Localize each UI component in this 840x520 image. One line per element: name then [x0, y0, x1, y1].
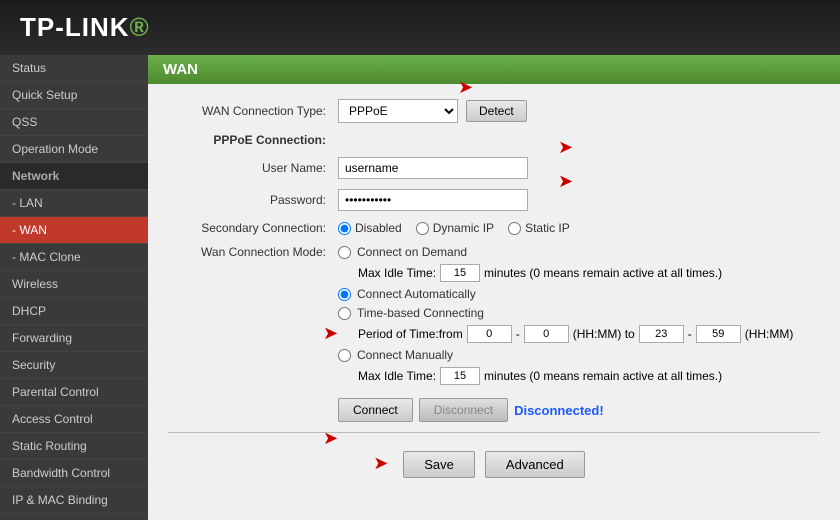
page-title: WAN — [148, 55, 840, 84]
time-hhmm-label: (HH:MM) to — [573, 327, 635, 341]
divider — [168, 432, 820, 433]
wan-mode-options: Connect on Demand Max Idle Time: minutes… — [338, 245, 793, 422]
arrow-save: ➤ — [373, 453, 388, 474]
manual-idle-input[interactable] — [440, 367, 480, 385]
password-label: Password: — [168, 193, 338, 207]
sidebar-item-ip-mac-binding[interactable]: IP & MAC Binding — [0, 487, 148, 514]
sidebar-item-static-routing[interactable]: Static Routing — [0, 433, 148, 460]
sidebar-item-mac-clone[interactable]: - MAC Clone — [0, 244, 148, 271]
secondary-disabled-label: Disabled — [355, 221, 402, 235]
time-from-hour[interactable] — [467, 325, 512, 343]
time-to-min[interactable] — [696, 325, 741, 343]
secondary-static-label: Static IP — [525, 221, 570, 235]
time-sep1: - — [516, 327, 520, 341]
secondary-dynamic-option[interactable]: Dynamic IP — [416, 221, 494, 235]
time-from-label: Period of Time:from — [358, 327, 463, 341]
wan-form: WAN Connection Type: PPPoE Dynamic IP St… — [148, 84, 840, 498]
username-label: User Name: — [168, 161, 338, 175]
pppoe-section-row: PPPoE Connection: — [168, 133, 820, 147]
sidebar-item-network[interactable]: Network — [0, 163, 148, 190]
mode-manual-label: Connect Manually — [357, 348, 453, 362]
mode-time-label: Time-based Connecting — [357, 306, 484, 320]
username-row: User Name: ➤ — [168, 157, 820, 179]
secondary-connection-label: Secondary Connection: — [168, 221, 338, 235]
sidebar-item-wireless[interactable]: Wireless — [0, 271, 148, 298]
connect-button[interactable]: Connect — [338, 398, 413, 422]
sidebar-item-dynamic-dns[interactable]: Dynamic DNS — [0, 514, 148, 520]
arrow-auto-connect: ➤ — [323, 323, 338, 344]
sidebar-item-security[interactable]: Security — [0, 352, 148, 379]
secondary-static-radio[interactable] — [508, 222, 521, 235]
sidebar-item-access-control[interactable]: Access Control — [0, 406, 148, 433]
sidebar-item-wan[interactable]: - WAN — [0, 217, 148, 244]
connection-type-select[interactable]: PPPoE Dynamic IP Static IP L2TP PPTP — [338, 99, 458, 123]
manual-idle-label: Max Idle Time: — [358, 369, 436, 383]
sidebar-item-bandwidth-control[interactable]: Bandwidth Control — [0, 460, 148, 487]
time-to-hour[interactable] — [639, 325, 684, 343]
mode-manual-radio[interactable] — [338, 349, 351, 362]
disconnected-status: Disconnected! — [514, 403, 604, 418]
secondary-dynamic-radio[interactable] — [416, 222, 429, 235]
advanced-button[interactable]: Advanced — [485, 451, 585, 478]
connection-type-label: WAN Connection Type: — [168, 104, 338, 118]
demand-idle-row: Max Idle Time: minutes (0 means remain a… — [358, 264, 793, 282]
manual-idle-suffix: minutes (0 means remain active at all ti… — [484, 369, 722, 383]
logo-symbol: ® — [130, 12, 150, 42]
mode-auto-label: Connect Automatically — [357, 287, 476, 301]
sidebar-item-status[interactable]: Status — [0, 55, 148, 82]
time-from-min[interactable] — [524, 325, 569, 343]
password-input[interactable] — [338, 189, 528, 211]
sidebar: Status Quick Setup QSS Operation Mode Ne… — [0, 55, 148, 520]
mode-auto: Connect Automatically — [338, 287, 793, 301]
manual-idle-row: Max Idle Time: minutes (0 means remain a… — [358, 367, 793, 385]
time-inputs-row: Period of Time:from - (HH:MM) to - (HH:M… — [358, 325, 793, 343]
time-hhmm2-label: (HH:MM) — [745, 327, 794, 341]
secondary-disabled-option[interactable]: Disabled — [338, 221, 402, 235]
bottom-buttons: ➤ Save Advanced — [168, 443, 820, 483]
disconnect-button[interactable]: Disconnect — [419, 398, 508, 422]
sidebar-item-qss[interactable]: QSS — [0, 109, 148, 136]
mode-demand-radio[interactable] — [338, 246, 351, 259]
mode-time: Time-based Connecting — [338, 306, 793, 320]
arrow-password: ➤ — [558, 171, 573, 192]
mode-time-radio[interactable] — [338, 307, 351, 320]
connect-btn-row: Connect Disconnect Disconnected! — [338, 398, 793, 422]
sidebar-item-parental-control[interactable]: Parental Control — [0, 379, 148, 406]
mode-demand: Connect on Demand — [338, 245, 793, 259]
secondary-dynamic-label: Dynamic IP — [433, 221, 494, 235]
pppoe-connection-label: PPPoE Connection: — [168, 133, 338, 147]
sidebar-item-dhcp[interactable]: DHCP — [0, 298, 148, 325]
sidebar-item-lan[interactable]: - LAN — [0, 190, 148, 217]
wan-mode-row: Wan Connection Mode: Connect on Demand M… — [168, 245, 820, 422]
secondary-static-option[interactable]: Static IP — [508, 221, 570, 235]
sidebar-item-quick-setup[interactable]: Quick Setup — [0, 82, 148, 109]
password-row: Password: ➤ — [168, 189, 820, 211]
content-area: WAN WAN Connection Type: PPPoE Dynamic I… — [148, 55, 840, 520]
secondary-connection-row: Secondary Connection: Disabled Dynamic I… — [168, 221, 820, 235]
connection-type-row: WAN Connection Type: PPPoE Dynamic IP St… — [168, 99, 820, 123]
demand-idle-suffix: minutes (0 means remain active at all ti… — [484, 266, 722, 280]
arrow-connect-btn: ➤ — [323, 428, 338, 449]
mode-demand-label: Connect on Demand — [357, 245, 467, 259]
secondary-connection-options: Disabled Dynamic IP Static IP — [338, 221, 570, 235]
main-layout: Status Quick Setup QSS Operation Mode Ne… — [0, 55, 840, 520]
username-input[interactable] — [338, 157, 528, 179]
sidebar-item-forwarding[interactable]: Forwarding — [0, 325, 148, 352]
wan-mode-label: Wan Connection Mode: — [168, 245, 338, 259]
demand-idle-input[interactable] — [440, 264, 480, 282]
secondary-disabled-radio[interactable] — [338, 222, 351, 235]
header: TP-LINK® — [0, 0, 840, 55]
demand-idle-label: Max Idle Time: — [358, 266, 436, 280]
mode-auto-radio[interactable] — [338, 288, 351, 301]
save-button[interactable]: Save — [403, 451, 475, 478]
mode-manual: Connect Manually — [338, 348, 793, 362]
detect-button[interactable]: Detect — [466, 100, 527, 122]
sidebar-item-operation-mode[interactable]: Operation Mode — [0, 136, 148, 163]
arrow-connection-type: ➤ — [458, 77, 473, 98]
logo: TP-LINK® — [20, 12, 150, 43]
arrow-username: ➤ — [558, 137, 573, 158]
time-sep2: - — [688, 327, 692, 341]
